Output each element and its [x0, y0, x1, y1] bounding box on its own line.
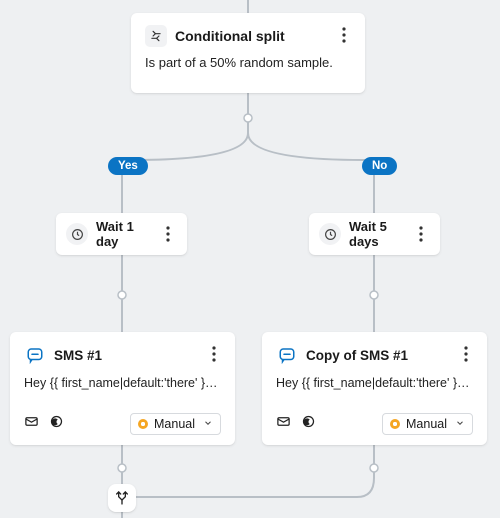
chevron-down-icon: [203, 417, 213, 431]
send-mode-select[interactable]: Manual: [382, 413, 473, 435]
sms-icon: [276, 344, 298, 366]
sms-body-no: Hey {{ first_name|default:'there' }}, it…: [276, 376, 473, 390]
status-dot-icon: [138, 419, 148, 429]
sms-card-no[interactable]: Copy of SMS #1 Hey {{ first_name|default…: [262, 332, 487, 445]
status-dot-icon: [390, 419, 400, 429]
sms-title-no: Copy of SMS #1: [306, 348, 408, 363]
send-mode-label: Manual: [154, 417, 195, 431]
merge-node[interactable]: [108, 484, 136, 512]
send-mode-select[interactable]: Manual: [130, 413, 221, 435]
conditional-split-title: Conditional split: [175, 28, 285, 44]
branch-label-yes: Yes: [108, 157, 148, 175]
conditional-split-card[interactable]: Conditional split Is part of a 50% rando…: [131, 13, 365, 93]
envelope-icon: [24, 414, 39, 434]
kebab-menu-button[interactable]: [412, 222, 430, 246]
branch-label-no: No: [362, 157, 397, 175]
merge-icon: [114, 490, 130, 506]
sms-icon: [24, 344, 46, 366]
branch-icon: [145, 25, 167, 47]
kebab-menu-button[interactable]: [457, 342, 475, 366]
night-clock-icon: [49, 414, 64, 434]
sms-body-yes: Hey {{ first_name|default:'there' }}, it…: [24, 376, 221, 390]
send-mode-label: Manual: [406, 417, 447, 431]
kebab-menu-button[interactable]: [205, 342, 223, 366]
chevron-down-icon: [455, 417, 465, 431]
kebab-menu-button[interactable]: [159, 222, 177, 246]
envelope-icon: [276, 414, 291, 434]
conditional-split-description: Is part of a 50% random sample.: [145, 54, 351, 72]
sms-title-yes: SMS #1: [54, 348, 102, 363]
wait-title-yes: Wait 1 day: [96, 219, 151, 249]
night-clock-icon: [301, 414, 316, 434]
wait-card-no[interactable]: Wait 5 days: [309, 213, 440, 255]
clock-icon: [66, 223, 88, 245]
sms-card-yes[interactable]: SMS #1 Hey {{ first_name|default:'there'…: [10, 332, 235, 445]
clock-icon: [319, 223, 341, 245]
wait-card-yes[interactable]: Wait 1 day: [56, 213, 187, 255]
kebab-menu-button[interactable]: [335, 23, 353, 47]
wait-title-no: Wait 5 days: [349, 219, 404, 249]
